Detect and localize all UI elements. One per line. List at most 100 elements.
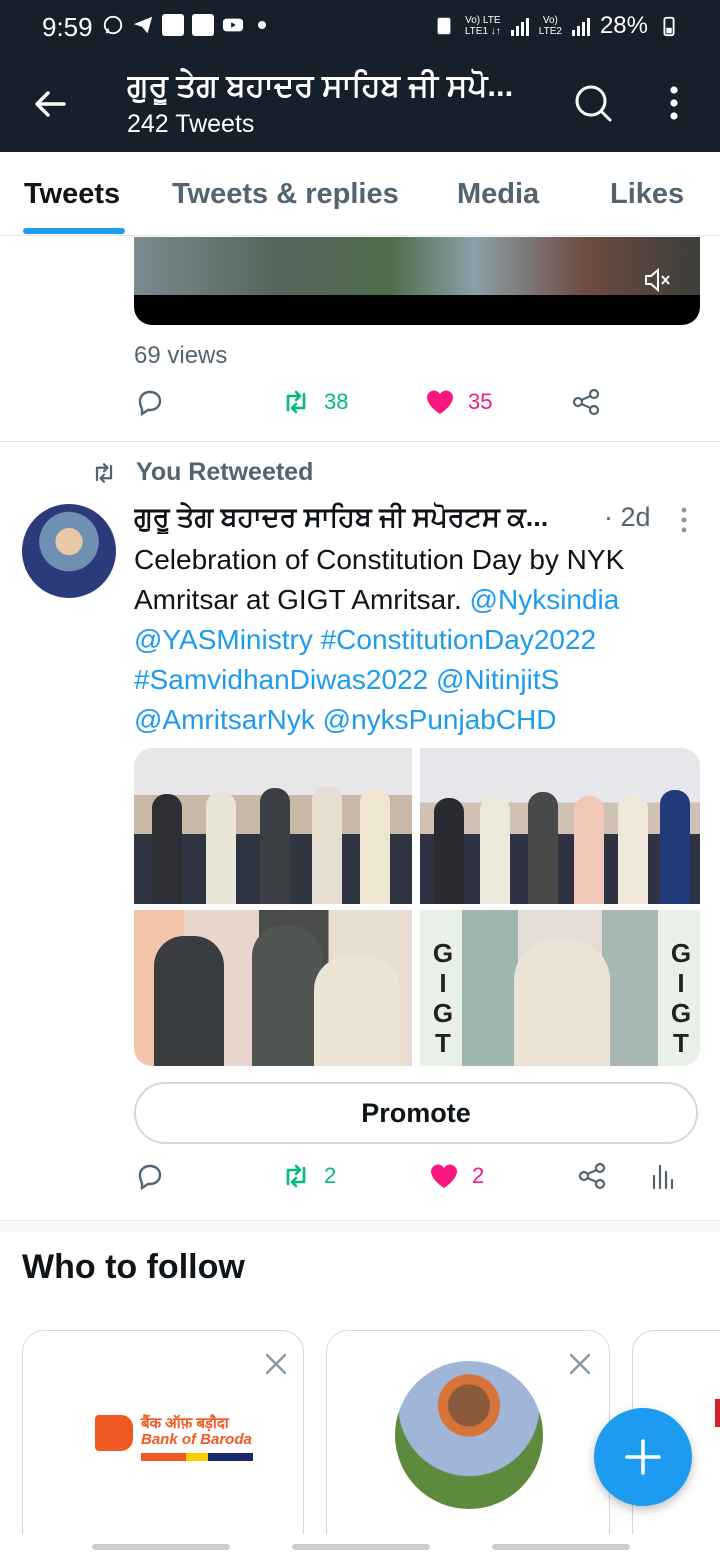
- section-divider: [0, 1220, 720, 1232]
- signal-icon-2: [571, 16, 590, 36]
- photo-person: [206, 792, 236, 904]
- reply-icon: [138, 390, 162, 417]
- mention-link[interactable]: @YASMinistry: [134, 624, 313, 655]
- bank-logo-bar: [141, 1453, 253, 1461]
- back-arrow-icon[interactable]: [30, 84, 70, 124]
- more-options-icon[interactable]: [662, 82, 686, 124]
- tweet-divider: [0, 441, 720, 442]
- photo-person: [528, 792, 558, 904]
- photo-person: [660, 790, 690, 904]
- photo-person: [252, 926, 322, 1066]
- tweet-photo-4[interactable]: G I G T G I G T: [420, 910, 700, 1066]
- retweet-count: 2: [324, 1163, 337, 1188]
- banner-letter: G: [670, 938, 692, 968]
- mention-link[interactable]: @NitinjitS: [436, 664, 559, 695]
- battery-percent: 28%: [599, 12, 648, 39]
- battery-saver-icon: [437, 17, 451, 35]
- tab-likes[interactable]: Likes: [610, 178, 684, 211]
- follow-card[interactable]: बैंक ऑफ़ बड़ौदा Bank of Baroda: [22, 1330, 304, 1560]
- tweet-actions: 2 2: [134, 1160, 704, 1200]
- nav-recent-button[interactable]: [92, 1544, 230, 1550]
- retweet-context-icon: [95, 462, 113, 483]
- heart-icon: [427, 390, 453, 414]
- mention-link[interactable]: @AmritsarNyk: [134, 704, 315, 735]
- author-avatar[interactable]: [22, 504, 116, 598]
- retweet-context: You Retweeted: [90, 458, 313, 487]
- bank-logo-english: Bank of Baroda: [141, 1431, 252, 1448]
- promote-button[interactable]: Promote: [134, 1082, 698, 1144]
- network-lte1: Vo) LTE LTE1 ↓↑: [464, 15, 501, 37]
- like-button[interactable]: 2: [428, 1160, 484, 1192]
- share-button[interactable]: [570, 386, 602, 418]
- tweet-photo-3[interactable]: [134, 910, 412, 1066]
- tweet-time: · 2d: [604, 502, 651, 532]
- like-button[interactable]: 35: [424, 386, 492, 418]
- close-icon[interactable]: [567, 1351, 593, 1377]
- tweet-photo-2[interactable]: [420, 748, 700, 904]
- share-button[interactable]: [576, 1160, 608, 1192]
- banner-letter: G: [670, 998, 692, 1028]
- plus-icon: [625, 1439, 661, 1475]
- signal-icon: [510, 16, 529, 36]
- retweet-button[interactable]: 2: [280, 1160, 336, 1192]
- follow-card[interactable]: [326, 1330, 610, 1560]
- youtube-icon: [222, 18, 244, 32]
- who-to-follow-heading: Who to follow: [22, 1248, 245, 1286]
- photo-person: [434, 798, 464, 904]
- notification-icons: [102, 14, 266, 36]
- share-icon: [578, 1162, 606, 1190]
- tab-media[interactable]: Media: [457, 178, 539, 211]
- banner-letter: T: [435, 1028, 451, 1058]
- video-player[interactable]: [134, 237, 700, 325]
- more-notifications-dot: [258, 21, 266, 29]
- tweet-actions: 38 35: [134, 386, 704, 426]
- tab-tweets-replies[interactable]: Tweets & replies: [172, 178, 399, 211]
- tweet-body: Celebration of Constitution Day by NYK A…: [134, 540, 704, 740]
- facebook-icon: [162, 14, 184, 36]
- tweet-header: ਗੁਰੂ ਤੇਗ ਬਹਾਦਰ ਸਾਹਿਬ ਜੀ ਸਪੋਰਟਸ ਕ... · 2d: [134, 502, 694, 538]
- mention-link[interactable]: @nyksPunjabCHD: [323, 704, 557, 735]
- telegram-icon: [133, 16, 153, 34]
- banner-letter: G: [432, 998, 454, 1028]
- profile-header: ਗੁਰੂ ਤੇਗ ਬਹਾਦਰ ਸਾਹਿਬ ਜੀ ਸਪੋ... 242 Tweet…: [0, 56, 720, 152]
- author-name[interactable]: ਗੁਰੂ ਤੇਗ ਬਹਾਦਰ ਸਾਹਿਬ ਜੀ ਸਪੋਰਟਸ ਕ...: [134, 502, 589, 534]
- status-time: 9:59: [42, 12, 93, 42]
- search-icon[interactable]: [572, 82, 614, 124]
- banner-letter: T: [673, 1028, 689, 1058]
- suggested-user-avatar[interactable]: [395, 1361, 543, 1509]
- photo-person: [152, 794, 182, 904]
- photo-person: [618, 794, 648, 904]
- mute-icon[interactable]: [642, 265, 672, 295]
- close-icon[interactable]: [263, 1351, 289, 1377]
- bank-of-baroda-logo: बैंक ऑफ़ बड़ौदा Bank of Baroda: [95, 1409, 265, 1469]
- hashtag-link[interactable]: #ConstitutionDay2022: [321, 624, 597, 655]
- mention-link[interactable]: @Nyksindia: [470, 584, 620, 615]
- battery-icon: [663, 16, 675, 37]
- retweet-icon: [286, 1164, 306, 1188]
- tweet-photo-1[interactable]: [134, 748, 412, 904]
- tweet-more-icon[interactable]: [680, 506, 688, 534]
- banner-letter: G: [432, 938, 454, 968]
- photo-person: [514, 940, 610, 1066]
- banner-letter: I: [439, 968, 447, 998]
- reply-button[interactable]: [134, 1160, 166, 1192]
- tab-tweets[interactable]: Tweets: [24, 178, 120, 211]
- analytics-button[interactable]: [646, 1160, 678, 1192]
- retweet-button[interactable]: 38: [280, 386, 348, 418]
- share-icon: [572, 388, 600, 416]
- photo-person: [480, 796, 510, 904]
- photo-person: [574, 796, 604, 904]
- reply-icon: [138, 1164, 162, 1191]
- analytics-icon: [652, 1164, 674, 1190]
- hashtag-link[interactable]: #SamvidhanDiwas2022: [134, 664, 428, 695]
- retweet-icon: [286, 390, 306, 414]
- tweet-photo-grid: G I G T G I G T: [134, 748, 700, 1066]
- compose-tweet-button[interactable]: [594, 1408, 692, 1506]
- nav-home-button[interactable]: [292, 1544, 430, 1550]
- whatsapp-icon: [103, 15, 123, 35]
- reply-button[interactable]: [134, 386, 166, 418]
- profile-tabs: Tweets Tweets & replies Media Likes: [0, 152, 720, 236]
- nav-back-button[interactable]: [492, 1544, 630, 1550]
- banner-letter: I: [677, 968, 685, 998]
- view-count: 69 views: [134, 342, 228, 369]
